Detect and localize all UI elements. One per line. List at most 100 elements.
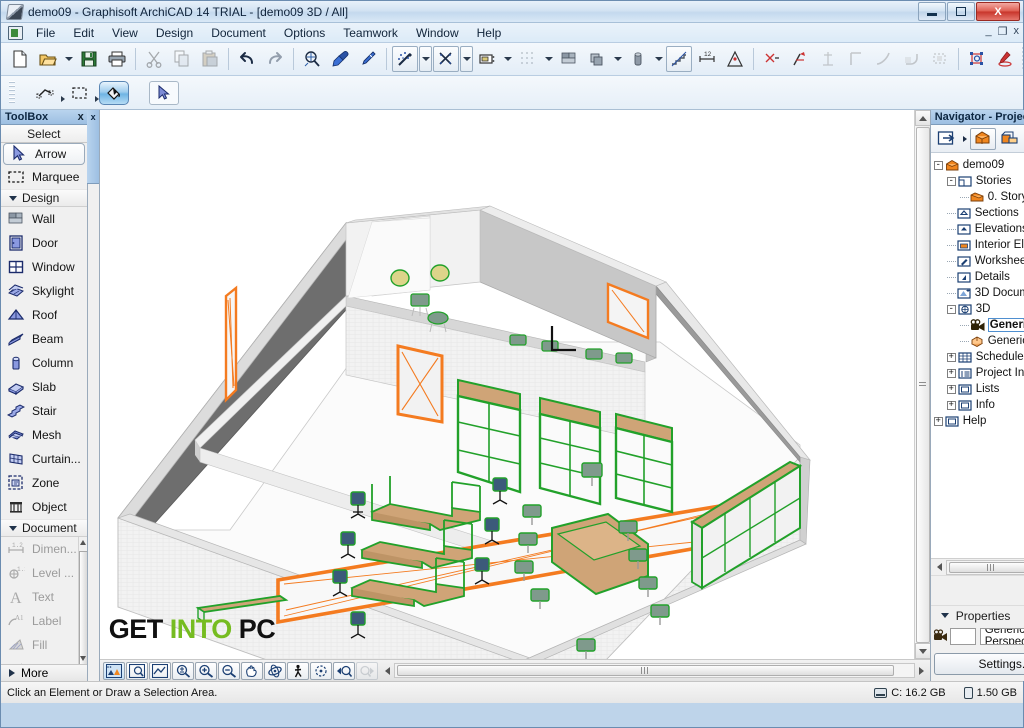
expand-icon[interactable]: + [946, 352, 956, 362]
toolbox-item-stair[interactable]: Stair [1, 399, 87, 423]
toolbox-item-door[interactable]: Door [1, 231, 87, 255]
fit-in-window-icon[interactable] [148, 661, 171, 680]
nav-tree-item[interactable]: - 3D [931, 301, 1024, 317]
rotate-3d-icon[interactable] [309, 661, 332, 680]
nav-tree-item[interactable]: + Lists [931, 381, 1024, 397]
menu-item-file[interactable]: File [27, 24, 64, 42]
menu-item-document[interactable]: Document [202, 24, 275, 42]
collapse-icon[interactable]: - [933, 160, 943, 170]
nav-tree-item[interactable]: 3D Documents [931, 285, 1024, 301]
mdi-minimize-button[interactable]: _ [986, 25, 992, 38]
hscroll-thumb[interactable] [396, 665, 894, 676]
nav-tree-item[interactable]: Generic Persp [931, 317, 1024, 333]
menu-item-design[interactable]: Design [147, 24, 202, 42]
menu-item-teamwork[interactable]: Teamwork [334, 24, 407, 42]
toolbox-item-mesh[interactable]: Mesh [1, 423, 87, 447]
zoom-window-icon[interactable] [125, 661, 148, 680]
toolbox-item-window[interactable]: Window [1, 255, 87, 279]
toolbox-scrollbar[interactable] [77, 537, 87, 664]
toolbox-item-marquee[interactable]: Marquee [1, 165, 87, 189]
menu-item-help[interactable]: Help [468, 24, 511, 42]
scroll-down-button[interactable] [914, 643, 930, 659]
scroll-up-icon[interactable] [79, 540, 86, 545]
new-icon[interactable] [7, 46, 33, 72]
previous-zoom-icon[interactable] [332, 661, 355, 680]
expand-icon[interactable]: + [946, 384, 956, 394]
nav-tree-item[interactable]: - Stories [931, 173, 1024, 189]
toolbox-section-select[interactable]: Select [1, 125, 87, 143]
marquee-3d-icon[interactable] [31, 81, 65, 105]
magic-wand-icon[interactable] [392, 46, 418, 72]
eyedropper-icon[interactable] [327, 46, 353, 72]
nav-tree-item[interactable]: + Info [931, 397, 1024, 413]
column-icon[interactable] [625, 46, 651, 72]
expand-icon[interactable]: + [946, 368, 956, 378]
menu-item-view[interactable]: View [103, 24, 147, 42]
menu-item-window[interactable]: Window [407, 24, 468, 42]
explore-walk-icon[interactable] [286, 661, 309, 680]
nav-tree-item[interactable]: Sections [931, 205, 1024, 221]
document-system-icon[interactable] [8, 25, 23, 40]
print-icon[interactable] [104, 46, 130, 72]
minimize-button[interactable] [918, 2, 946, 21]
docked-panel-close-icon[interactable]: x [87, 110, 100, 184]
orbit-icon[interactable] [263, 661, 286, 680]
nav-tree-item[interactable]: Interior Elevations [931, 237, 1024, 253]
zoom-out-icon[interactable] [217, 661, 240, 680]
toolbox-item-arrow[interactable]: Arrow [3, 143, 85, 165]
chevron-down-icon[interactable] [460, 46, 473, 72]
chevron-down-icon[interactable] [419, 46, 432, 72]
toolbox-more-button[interactable]: More [1, 664, 87, 681]
toolbox-item-slab[interactable]: Slab [1, 375, 87, 399]
arrow-3d-icon[interactable] [149, 80, 179, 105]
menu-item-options[interactable]: Options [275, 24, 334, 42]
navigator-tree[interactable]: - demo09- Stories 0. Story Sections Elevation… [930, 153, 1024, 558]
dimension-icon[interactable]: 12 [694, 46, 720, 72]
zoom-inout-icon[interactable] [171, 661, 194, 680]
scroll-up-button[interactable] [914, 110, 930, 126]
toolbox-scroll-thumb[interactable] [78, 551, 87, 664]
trim-icon[interactable] [759, 46, 785, 72]
close-button[interactable]: X [976, 2, 1020, 21]
nav-tree-item[interactable]: Generic Axonom [931, 333, 1024, 349]
navigator-hscrollbar[interactable] [930, 558, 1024, 575]
scroll-left-button[interactable] [381, 663, 394, 678]
nav-tree-item[interactable]: Worksheets [931, 253, 1024, 269]
expand-icon[interactable]: + [933, 416, 943, 426]
chevron-down-icon[interactable] [501, 46, 514, 72]
hscroll-track[interactable] [393, 663, 915, 678]
suspend-groups-icon[interactable] [992, 46, 1018, 72]
viewport-vertical-scrollbar[interactable] [913, 110, 930, 659]
toolbox-item-roof[interactable]: Roof [1, 303, 87, 327]
snap-icon[interactable] [722, 46, 748, 72]
toolbox-group-document[interactable]: Document [1, 519, 87, 537]
3d-view-icon[interactable] [102, 661, 125, 680]
chevron-down-icon[interactable] [542, 46, 555, 72]
find-select-icon[interactable] [299, 46, 325, 72]
nav-hscroll-thumb[interactable] [948, 561, 1024, 573]
stair-icon[interactable] [666, 46, 692, 72]
pan-hand-icon[interactable] [240, 661, 263, 680]
wall-icon[interactable] [556, 46, 582, 72]
toolbar-grip[interactable] [1022, 47, 1023, 71]
toolbox-item-curtain[interactable]: Curtain... [1, 447, 87, 471]
nav-tree-item[interactable]: + Project Indexes [931, 365, 1024, 381]
toolbar2-grip[interactable] [9, 80, 15, 105]
chevron-down-icon[interactable] [62, 46, 75, 72]
intersect-icon[interactable] [433, 46, 459, 72]
nav-tree-item[interactable]: + Help [931, 413, 1024, 429]
toolbox-close-icon[interactable]: x [78, 111, 84, 123]
nav-hscroll-track[interactable] [945, 559, 1024, 575]
properties-header[interactable]: Properties [930, 605, 1024, 625]
viewport-vscroll-thumb[interactable] [915, 127, 930, 643]
open-icon[interactable] [35, 46, 61, 72]
scroll-down-icon[interactable] [79, 656, 86, 661]
view-map-icon[interactable] [997, 128, 1023, 150]
slab-icon[interactable] [584, 46, 610, 72]
toolbox-item-zone[interactable]: Zone [1, 471, 87, 495]
syringe-icon[interactable] [355, 46, 381, 72]
zoom-in-icon[interactable] [194, 661, 217, 680]
nav-tree-item[interactable]: 0. Story [931, 189, 1024, 205]
paint-fill-icon[interactable] [99, 80, 129, 105]
group-icon[interactable] [964, 46, 990, 72]
